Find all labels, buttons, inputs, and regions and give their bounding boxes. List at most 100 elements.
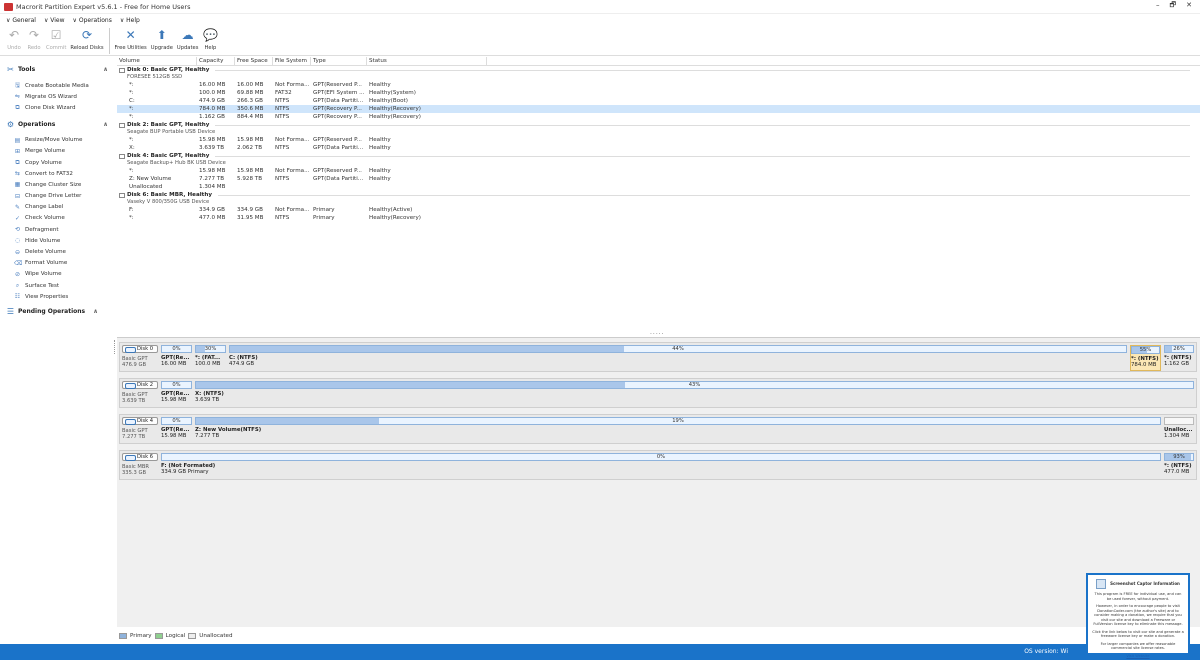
menu-general[interactable]: ∨ General <box>6 17 36 24</box>
collapse-box-icon[interactable] <box>119 153 125 159</box>
operations-section-header[interactable]: ⚙ Operations ∧ <box>6 120 108 129</box>
operation-item[interactable]: ⇆ Convert to FAT32 <box>6 168 108 179</box>
partition-block[interactable]: 0% F: (Not Formated) 334.9 GB Primary <box>161 453 1161 479</box>
redo-button[interactable]: ↷ Redo <box>24 26 44 53</box>
disk-name[interactable]: Disk 6 <box>122 453 158 461</box>
list-header: Volume Capacity Free Space File System T… <box>117 56 1200 66</box>
disk-group-header[interactable]: Disk 0: Basic GPT, Healthy <box>117 66 1200 74</box>
updates-button[interactable]: ☁ Updates <box>175 26 201 53</box>
partition-row[interactable]: *: 15.98 MB 15.98 MB Not Forma... GPT(Reserv… <box>117 167 1200 175</box>
menu-view[interactable]: ∨ View <box>44 17 65 24</box>
partition-row[interactable]: *: 784.0 MB 350.6 MB NTFS GPT(Recovery P... H… <box>117 105 1200 113</box>
col-volume[interactable]: Volume <box>117 56 197 66</box>
collapse-icon[interactable]: ∧ <box>103 121 108 128</box>
maximize-button[interactable]: 🗗 <box>1170 1 1177 12</box>
cell: NTFS <box>275 114 290 120</box>
redo-icon: ↷ <box>28 28 40 42</box>
col-type[interactable]: Type <box>311 56 367 66</box>
partition-block[interactable]: 19% Z: New Volume(NTFS) 7.277 TB <box>195 417 1161 443</box>
splitter-handle[interactable] <box>114 340 116 354</box>
cell: C: <box>129 98 135 104</box>
help-button[interactable]: 💬 Help <box>200 26 220 53</box>
partition-block[interactable]: 44% C: (NTFS) 474.9 GB <box>229 345 1127 371</box>
collapse-box-icon[interactable] <box>119 192 125 198</box>
operation-item[interactable]: ⧉ Copy Volume <box>6 157 108 168</box>
disk-name[interactable]: Disk 2 <box>122 381 158 389</box>
commit-button[interactable]: ☑ Commit <box>44 26 68 53</box>
partition-block[interactable]: 0% GPT(Re... 16.00 MB <box>161 345 192 371</box>
partition-block[interactable]: 0% GPT(Re... 15.98 MB <box>161 381 192 407</box>
disk-group-header[interactable]: Disk 6: Basic MBR, Healthy <box>117 191 1200 199</box>
collapse-icon[interactable]: ∧ <box>93 308 98 315</box>
tools-section-header[interactable]: ✂ Tools ∧ <box>6 65 108 74</box>
cell: 31.95 MB <box>237 215 264 221</box>
disk-name[interactable]: Disk 4 <box>122 417 158 425</box>
partition-block[interactable]: 55% *: (NTFS) 784.0 MB <box>1130 345 1161 371</box>
disk-card[interactable]: Disk 2 Basic GPT 3.639 TB 0% GPT(Re... 15.98 … <box>119 378 1197 408</box>
operation-item[interactable]: ⊘ Wipe Volume <box>6 269 108 280</box>
close-button[interactable]: ✕ <box>1186 1 1192 12</box>
collapse-icon[interactable]: ∧ <box>103 66 108 73</box>
partition-row[interactable]: Unallocated 1.304 MB <box>117 183 1200 191</box>
partition-row[interactable]: *: 1.162 GB 884.4 MB NTFS GPT(Recovery P... H… <box>117 113 1200 121</box>
col-status[interactable]: Status <box>367 56 487 66</box>
operation-item[interactable]: ⌕ Surface Test <box>6 280 108 291</box>
col-free-space[interactable]: Free Space <box>235 56 273 66</box>
operation-item-icon: ⌕ <box>15 282 20 290</box>
operation-item[interactable]: ☷ View Properties <box>6 291 108 302</box>
disk-name[interactable]: Disk 0 <box>122 345 158 353</box>
operation-item[interactable]: ⊞ Merge Volume <box>6 146 108 157</box>
operation-item[interactable]: ⊖ Delete Volume <box>6 246 108 257</box>
upgrade-button[interactable]: ⬆ Upgrade <box>149 26 175 53</box>
partition-block[interactable]: 43% X: (NTFS) 3.639 TB <box>195 381 1194 407</box>
disk-card[interactable]: Disk 4 Basic GPT 7.277 TB 0% GPT(Re... 15.98 … <box>119 414 1197 444</box>
operation-item[interactable]: ✎ Change Label <box>6 202 108 213</box>
minimize-button[interactable]: – <box>1156 1 1160 12</box>
col-capacity[interactable]: Capacity <box>197 56 235 66</box>
operation-item[interactable]: ▤ Resize/Move Volume <box>6 135 108 146</box>
tool-item[interactable]: ⧉ Clone Disk Wizard <box>6 102 108 113</box>
partition-row[interactable]: F: 334.9 GB 334.9 GB Not Forma... Primary Hea… <box>117 206 1200 214</box>
visit-website-link[interactable]: Visit Website <box>1092 654 1184 659</box>
partition-row[interactable]: *: 15.98 MB 15.98 MB Not Forma... GPT(Reserv… <box>117 136 1200 144</box>
partition-row[interactable]: *: 100.0 MB 69.88 MB FAT32 GPT(EFI System ..… <box>117 89 1200 97</box>
partition-row[interactable]: Z: New Volume 7.277 TB 5.928 TB NTFS GPT(Dat… <box>117 175 1200 183</box>
partition-row[interactable]: C: 474.9 GB 266.3 GB NTFS GPT(Data Partiti..… <box>117 97 1200 105</box>
col-file-system[interactable]: File System <box>273 56 311 66</box>
operation-item[interactable]: ▦ Change Cluster Size <box>6 179 108 190</box>
cell: 7.277 TB <box>199 176 225 182</box>
resize-grip[interactable]: ..... <box>650 329 665 336</box>
menu-help[interactable]: ∨ Help <box>120 17 140 24</box>
disk-card[interactable]: Disk 0 Basic GPT 476.9 GB 0% GPT(Re... 16.00 … <box>119 342 1197 372</box>
pending-section-header[interactable]: ☰ Pending Operations ∧ <box>6 307 108 316</box>
usage-fill <box>196 382 625 388</box>
partition-row[interactable]: *: 16.00 MB 16.00 MB Not Forma... GPT(Reserv… <box>117 81 1200 89</box>
disk-card[interactable]: Disk 6 Basic MBR 335.3 GB 0% F: (Not Formate… <box>119 450 1197 480</box>
operation-item-icon: ⟲ <box>14 226 21 234</box>
partition-block[interactable]: 0% GPT(Re... 15.98 MB <box>161 417 192 443</box>
tools-icon: ✂ <box>7 65 14 74</box>
partition-block[interactable]: Unalloc... 1.304 MB <box>1164 417 1194 443</box>
free-utilities-button[interactable]: ✕ Free Utilities <box>113 26 149 53</box>
cell: 100.0 MB <box>199 90 226 96</box>
operation-item[interactable]: ✓ Check Volume <box>6 213 108 224</box>
operation-item[interactable]: ⌫ Format Volume <box>6 258 108 269</box>
partition-row[interactable]: *: 477.0 MB 31.95 MB NTFS Primary Healthy(Rec… <box>117 214 1200 222</box>
partition-block[interactable]: 26% *: (NTFS) 1.162 GB <box>1164 345 1194 371</box>
operation-item[interactable]: ⟲ Defragment <box>6 224 108 235</box>
menu-operations[interactable]: ∨ Operations <box>73 17 112 24</box>
collapse-box-icon[interactable] <box>119 67 125 73</box>
disk-group-header[interactable]: Disk 2: Basic GPT, Healthy <box>117 121 1200 129</box>
partition-row[interactable]: X: 3.639 TB 2.062 TB NTFS GPT(Data Partiti..… <box>117 144 1200 152</box>
disk-size: 3.639 TB <box>122 398 146 404</box>
operation-item[interactable]: ⊟ Change Drive Letter <box>6 191 108 202</box>
tool-item[interactable]: 🖫 Create Bootable Media <box>6 80 108 91</box>
disk-group-header[interactable]: Disk 4: Basic GPT, Healthy <box>117 152 1200 160</box>
partition-block[interactable]: 30% *: (FAT... 100.0 MB <box>195 345 226 371</box>
tool-item[interactable]: ⇋ Migrate OS Wizard <box>6 91 108 102</box>
reload-disks-button[interactable]: ⟳ Reload Disks <box>68 26 105 53</box>
partition-block[interactable]: 93% *: (NTFS) 477.0 MB <box>1164 453 1194 479</box>
collapse-box-icon[interactable] <box>119 122 125 128</box>
operation-item[interactable]: ◌ Hide Volume <box>6 235 108 246</box>
undo-button[interactable]: ↶ Undo <box>4 26 24 53</box>
